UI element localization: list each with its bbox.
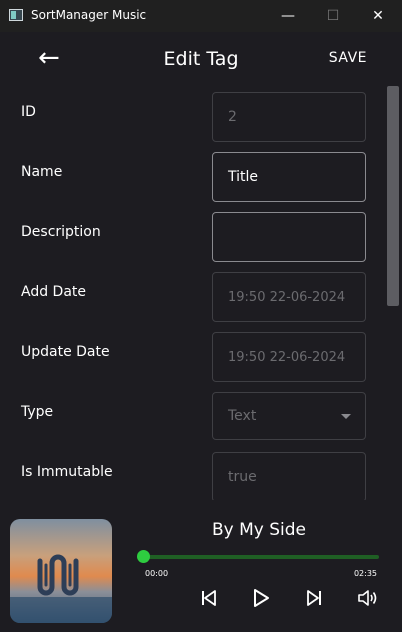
volume-button[interactable] [355, 586, 379, 610]
maximize-icon: ☐ [326, 8, 340, 24]
is-immutable-label: Is Immutable [21, 464, 113, 480]
elapsed-time: 00:00 [145, 569, 169, 578]
add-date-value: 19:50 22-06-2024 [228, 289, 346, 305]
progress-knob[interactable] [137, 550, 150, 563]
minimize-icon: — [281, 8, 295, 24]
close-icon: ✕ [372, 8, 384, 24]
play-icon [254, 589, 269, 607]
form-row-type: Type Text [0, 386, 385, 440]
update-date-value: 19:50 22-06-2024 [228, 349, 346, 365]
skip-previous-button[interactable] [197, 586, 221, 610]
name-field[interactable]: Title [212, 152, 366, 202]
name-value: Title [228, 169, 259, 185]
type-label: Type [21, 404, 54, 420]
description-label: Description [21, 224, 101, 240]
app-bar: ← Edit Tag SAVE [0, 32, 402, 86]
window-title: SortManager Music [31, 8, 147, 22]
app-icon [9, 9, 23, 21]
form-row-add-date: Add Date 19:50 22-06-2024 [0, 266, 385, 322]
music-player: By My Side 00:00 02:35 [0, 510, 402, 632]
progress-track[interactable] [143, 555, 379, 559]
maximize-button[interactable]: ☐ [310, 0, 356, 32]
description-field[interactable] [212, 212, 366, 262]
form-row-id: ID 2 [0, 86, 385, 142]
scrollbar-thumb[interactable] [387, 86, 399, 306]
skip-next-icon [307, 590, 321, 606]
name-label: Name [21, 164, 63, 180]
skip-previous-icon [202, 590, 216, 606]
id-field: 2 [212, 92, 366, 142]
skip-next-button[interactable] [302, 586, 326, 610]
form-row-description: Description [0, 206, 385, 262]
close-button[interactable]: ✕ [355, 0, 401, 32]
total-duration: 02:35 [353, 569, 377, 578]
dropdown-caret-icon [341, 414, 351, 419]
is-immutable-value: true [228, 469, 257, 485]
is-immutable-field: true [212, 452, 366, 500]
id-value: 2 [228, 109, 237, 125]
add-date-label: Add Date [21, 284, 87, 300]
form-scrollbar[interactable] [385, 86, 402, 500]
save-button[interactable]: SAVE [329, 50, 367, 66]
id-label: ID [21, 104, 36, 120]
window-titlebar: SortManager Music — ☐ ✕ [0, 0, 402, 32]
volume-icon [358, 590, 377, 606]
minimize-button[interactable]: — [265, 0, 311, 32]
track-title: By My Side [211, 520, 307, 540]
add-date-field: 19:50 22-06-2024 [212, 272, 366, 322]
update-date-label: Update Date [21, 344, 110, 360]
play-button[interactable] [249, 586, 273, 610]
form-row-name: Name Title [0, 146, 385, 202]
update-date-field: 19:50 22-06-2024 [212, 332, 366, 382]
album-art [10, 519, 112, 623]
form-row-update-date: Update Date 19:50 22-06-2024 [0, 326, 385, 382]
type-value: Text [228, 408, 257, 424]
form-row-is-immutable: Is Immutable true [0, 446, 385, 500]
type-dropdown[interactable]: Text [212, 392, 366, 440]
edit-tag-form: ID 2 Name Title Description Add Date 19:… [0, 86, 385, 500]
